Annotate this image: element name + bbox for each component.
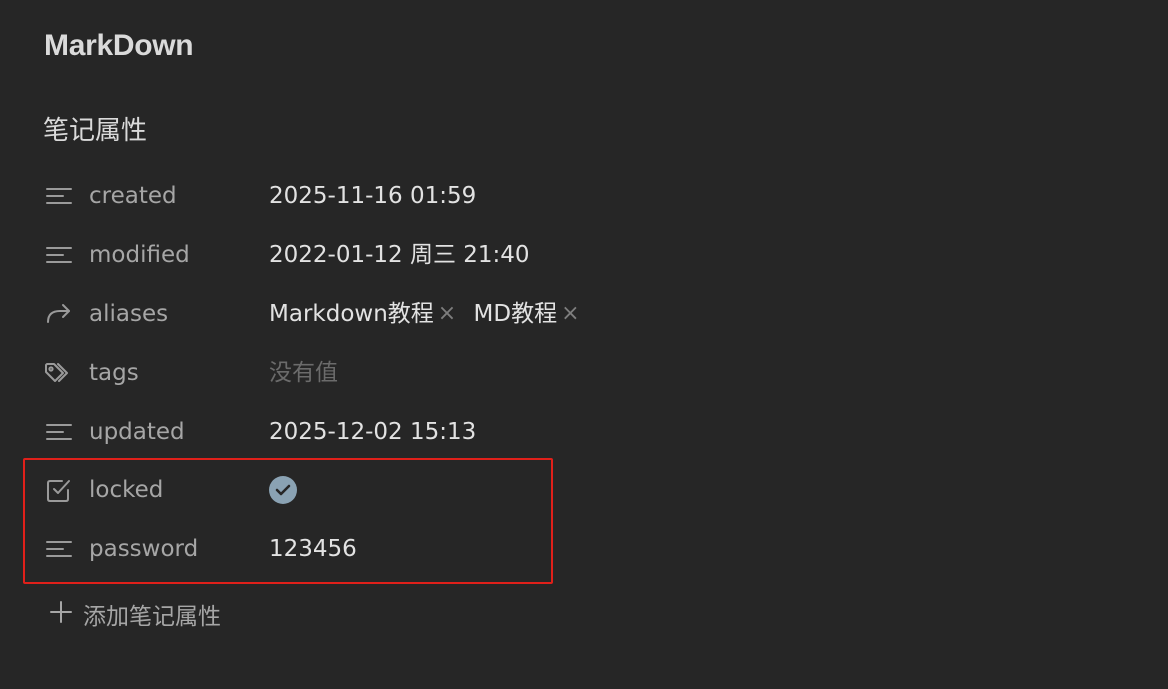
alias-pill[interactable]: Markdown教程 × <box>269 291 456 337</box>
alias-pill-label: Markdown教程 <box>269 301 434 327</box>
note-properties-page: MarkDown 笔记属性 created 2025-11-16 01:59 m… <box>0 0 1168 689</box>
properties-heading[interactable]: 笔记属性 <box>43 114 147 148</box>
property-row-tags: tags 没有值 <box>30 350 670 396</box>
property-key[interactable]: modified <box>89 232 190 278</box>
tags-icon[interactable] <box>44 361 74 385</box>
property-value[interactable]: 2025-12-02 15:13 <box>269 409 476 455</box>
alias-pill[interactable]: MD教程 × <box>474 291 580 337</box>
property-value[interactable]: 2025-11-16 01:59 <box>269 173 476 219</box>
property-row-aliases: aliases Markdown教程 × MD教程 × <box>30 291 670 337</box>
property-row-updated: updated 2025-12-02 15:13 <box>30 409 670 455</box>
text-lines-icon[interactable] <box>44 243 74 267</box>
property-key[interactable]: tags <box>89 350 139 396</box>
property-value[interactable]: 2022-01-12 周三 21:40 <box>269 232 530 278</box>
highlight-annotation-box <box>23 458 553 584</box>
note-title[interactable]: MarkDown <box>44 28 194 64</box>
text-lines-icon[interactable] <box>44 184 74 208</box>
text-lines-icon[interactable] <box>44 420 74 444</box>
alias-pill-label: MD教程 <box>473 301 558 327</box>
plus-icon <box>49 600 73 628</box>
add-property-label: 添加笔记属性 <box>83 604 221 630</box>
property-row-modified: modified 2022-01-12 周三 21:40 <box>30 232 670 278</box>
property-key[interactable]: aliases <box>89 291 168 337</box>
remove-alias-icon[interactable]: × <box>438 291 456 337</box>
link-arrow-icon[interactable] <box>44 302 74 326</box>
property-row-created: created 2025-11-16 01:59 <box>30 173 670 219</box>
remove-alias-icon[interactable]: × <box>561 291 579 337</box>
alias-list: Markdown教程 × MD教程 × <box>269 291 590 337</box>
tags-empty-value[interactable]: 没有值 <box>269 350 338 396</box>
add-property-button[interactable]: 添加笔记属性 <box>49 596 221 632</box>
property-key[interactable]: updated <box>89 409 185 455</box>
property-key[interactable]: created <box>89 173 177 219</box>
